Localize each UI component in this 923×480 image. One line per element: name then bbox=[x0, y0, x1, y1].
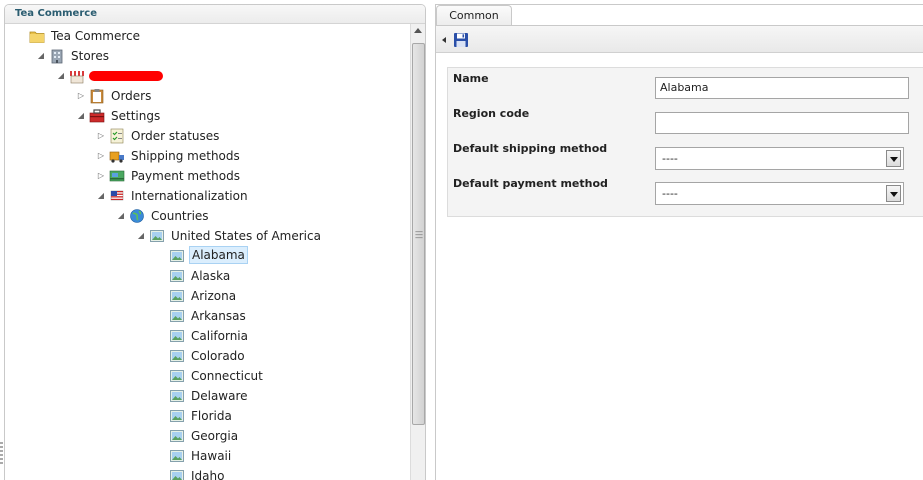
collapse-arrow-icon[interactable]: ▷ bbox=[77, 92, 85, 100]
folder-icon bbox=[29, 28, 45, 44]
shipping-method-value: ---- bbox=[662, 152, 678, 165]
no-arrow bbox=[157, 292, 165, 300]
no-arrow bbox=[157, 272, 165, 280]
name-input[interactable]: Alabama bbox=[655, 77, 909, 99]
tree-node-label[interactable]: Idaho bbox=[189, 467, 226, 480]
region-form: Name Alabama Region code Default shippin… bbox=[447, 67, 923, 217]
form-row-region: Region code bbox=[448, 103, 923, 138]
tab-strip: Common bbox=[436, 5, 923, 25]
toolbox-icon bbox=[89, 108, 105, 124]
expand-arrow-icon[interactable]: ◢ bbox=[37, 52, 45, 60]
tree-node-label[interactable]: Connecticut bbox=[189, 367, 265, 385]
tree-node-label[interactable]: Alabama bbox=[189, 246, 248, 264]
no-arrow bbox=[157, 332, 165, 340]
no-arrow bbox=[157, 412, 165, 420]
no-arrow bbox=[157, 432, 165, 440]
building-icon bbox=[49, 48, 65, 64]
tab-common[interactable]: Common bbox=[436, 5, 512, 26]
tree-scrollbar[interactable]: ——— bbox=[410, 24, 425, 480]
tree-node-label[interactable]: Colorado bbox=[189, 347, 247, 365]
tree-node-label[interactable]: California bbox=[189, 327, 250, 345]
no-arrow bbox=[157, 452, 165, 460]
grip-icon: ——— bbox=[415, 230, 422, 239]
payment-method-value: ---- bbox=[662, 187, 678, 200]
chevron-down-icon[interactable] bbox=[886, 185, 901, 202]
expand-arrow-icon[interactable]: ◢ bbox=[97, 192, 105, 200]
image-icon bbox=[169, 268, 185, 284]
image-icon bbox=[169, 388, 185, 404]
collapse-arrow-icon[interactable]: ▷ bbox=[97, 152, 105, 160]
image-icon bbox=[169, 348, 185, 364]
expand-arrow-icon[interactable]: ◢ bbox=[77, 112, 85, 120]
image-icon bbox=[169, 448, 185, 464]
payment-method-label: Default payment method bbox=[453, 177, 608, 190]
expand-arrow-icon[interactable]: ◢ bbox=[117, 212, 125, 220]
image-icon bbox=[169, 328, 185, 344]
no-arrow bbox=[157, 392, 165, 400]
name-label: Name bbox=[453, 72, 489, 85]
tree-node-label[interactable]: Settings bbox=[109, 107, 162, 125]
payment-icon bbox=[109, 168, 125, 184]
collapse-arrow-icon[interactable] bbox=[442, 37, 446, 43]
tree-node-label[interactable]: Delaware bbox=[189, 387, 250, 405]
no-arrow bbox=[157, 372, 165, 380]
clipboard-icon bbox=[89, 88, 105, 104]
scroll-up-arrow[interactable] bbox=[414, 28, 422, 33]
content-tree: Tea Commerce ◢ Stores ◢ ▷ Orders ◢ Settings ▷ Ord… bbox=[5, 24, 411, 480]
payment-method-select[interactable]: ---- bbox=[655, 182, 904, 205]
no-arrow bbox=[157, 312, 165, 320]
shipping-method-select[interactable]: ---- bbox=[655, 147, 904, 170]
tree-node-label[interactable]: Stores bbox=[69, 47, 111, 65]
tree-node-label[interactable]: Florida bbox=[189, 407, 234, 425]
editor-panel: Common Name Alabama Region code Default … bbox=[435, 4, 923, 480]
redacted-store-name[interactable] bbox=[89, 71, 163, 81]
globe-icon bbox=[129, 208, 145, 224]
image-icon bbox=[169, 288, 185, 304]
form-row-name: Name Alabama bbox=[448, 68, 923, 103]
store-icon bbox=[69, 68, 85, 84]
collapse-arrow-icon[interactable]: ▷ bbox=[97, 132, 105, 140]
tree-node-label[interactable]: Arkansas bbox=[189, 307, 248, 325]
expand-arrow-icon[interactable]: ◢ bbox=[57, 72, 65, 80]
shipping-method-label: Default shipping method bbox=[453, 142, 607, 155]
tree-node-label[interactable]: Georgia bbox=[189, 427, 240, 445]
tree-node-label[interactable]: Shipping methods bbox=[129, 147, 242, 165]
region-code-input[interactable] bbox=[655, 112, 909, 134]
chevron-down-icon[interactable] bbox=[886, 150, 901, 167]
image-icon bbox=[169, 428, 185, 444]
resize-grip[interactable] bbox=[0, 440, 4, 470]
toolbar bbox=[436, 25, 923, 53]
tree-node-label[interactable]: Hawaii bbox=[189, 447, 233, 465]
tree-node-label[interactable]: Arizona bbox=[189, 287, 238, 305]
image-icon bbox=[169, 308, 185, 324]
tree-node-label[interactable]: Tea Commerce bbox=[49, 27, 142, 45]
no-arrow bbox=[17, 32, 25, 40]
flag-icon bbox=[109, 188, 125, 204]
image-icon bbox=[169, 468, 185, 480]
image-icon bbox=[149, 228, 165, 244]
no-arrow bbox=[157, 252, 165, 260]
image-icon bbox=[169, 248, 185, 264]
region-code-label: Region code bbox=[453, 107, 529, 120]
tree-node-label[interactable]: Alaska bbox=[189, 267, 232, 285]
checklist-icon bbox=[109, 128, 125, 144]
tree-node-label[interactable]: Orders bbox=[109, 87, 153, 105]
panel-title: Tea Commerce bbox=[5, 5, 425, 24]
tree-node-label[interactable]: Internationalization bbox=[129, 187, 250, 205]
image-icon bbox=[169, 368, 185, 384]
form-row-shipping: Default shipping method ---- bbox=[448, 138, 923, 173]
collapse-arrow-icon[interactable]: ▷ bbox=[97, 172, 105, 180]
tree-panel: Tea Commerce Tea Commerce ◢ Stores ◢ ▷ Orders… bbox=[4, 4, 426, 480]
truck-icon bbox=[109, 148, 125, 164]
scroll-thumb[interactable]: ——— bbox=[412, 43, 425, 425]
tree-node-label[interactable]: Order statuses bbox=[129, 127, 221, 145]
tree-node-label[interactable]: Countries bbox=[149, 207, 211, 225]
tree-node-label[interactable]: United States of America bbox=[169, 227, 323, 245]
image-icon bbox=[169, 408, 185, 424]
no-arrow bbox=[157, 352, 165, 360]
tree-node-label[interactable]: Payment methods bbox=[129, 167, 242, 185]
expand-arrow-icon[interactable]: ◢ bbox=[137, 232, 145, 240]
save-icon[interactable] bbox=[453, 32, 469, 48]
form-row-payment: Default payment method ---- bbox=[448, 173, 923, 208]
